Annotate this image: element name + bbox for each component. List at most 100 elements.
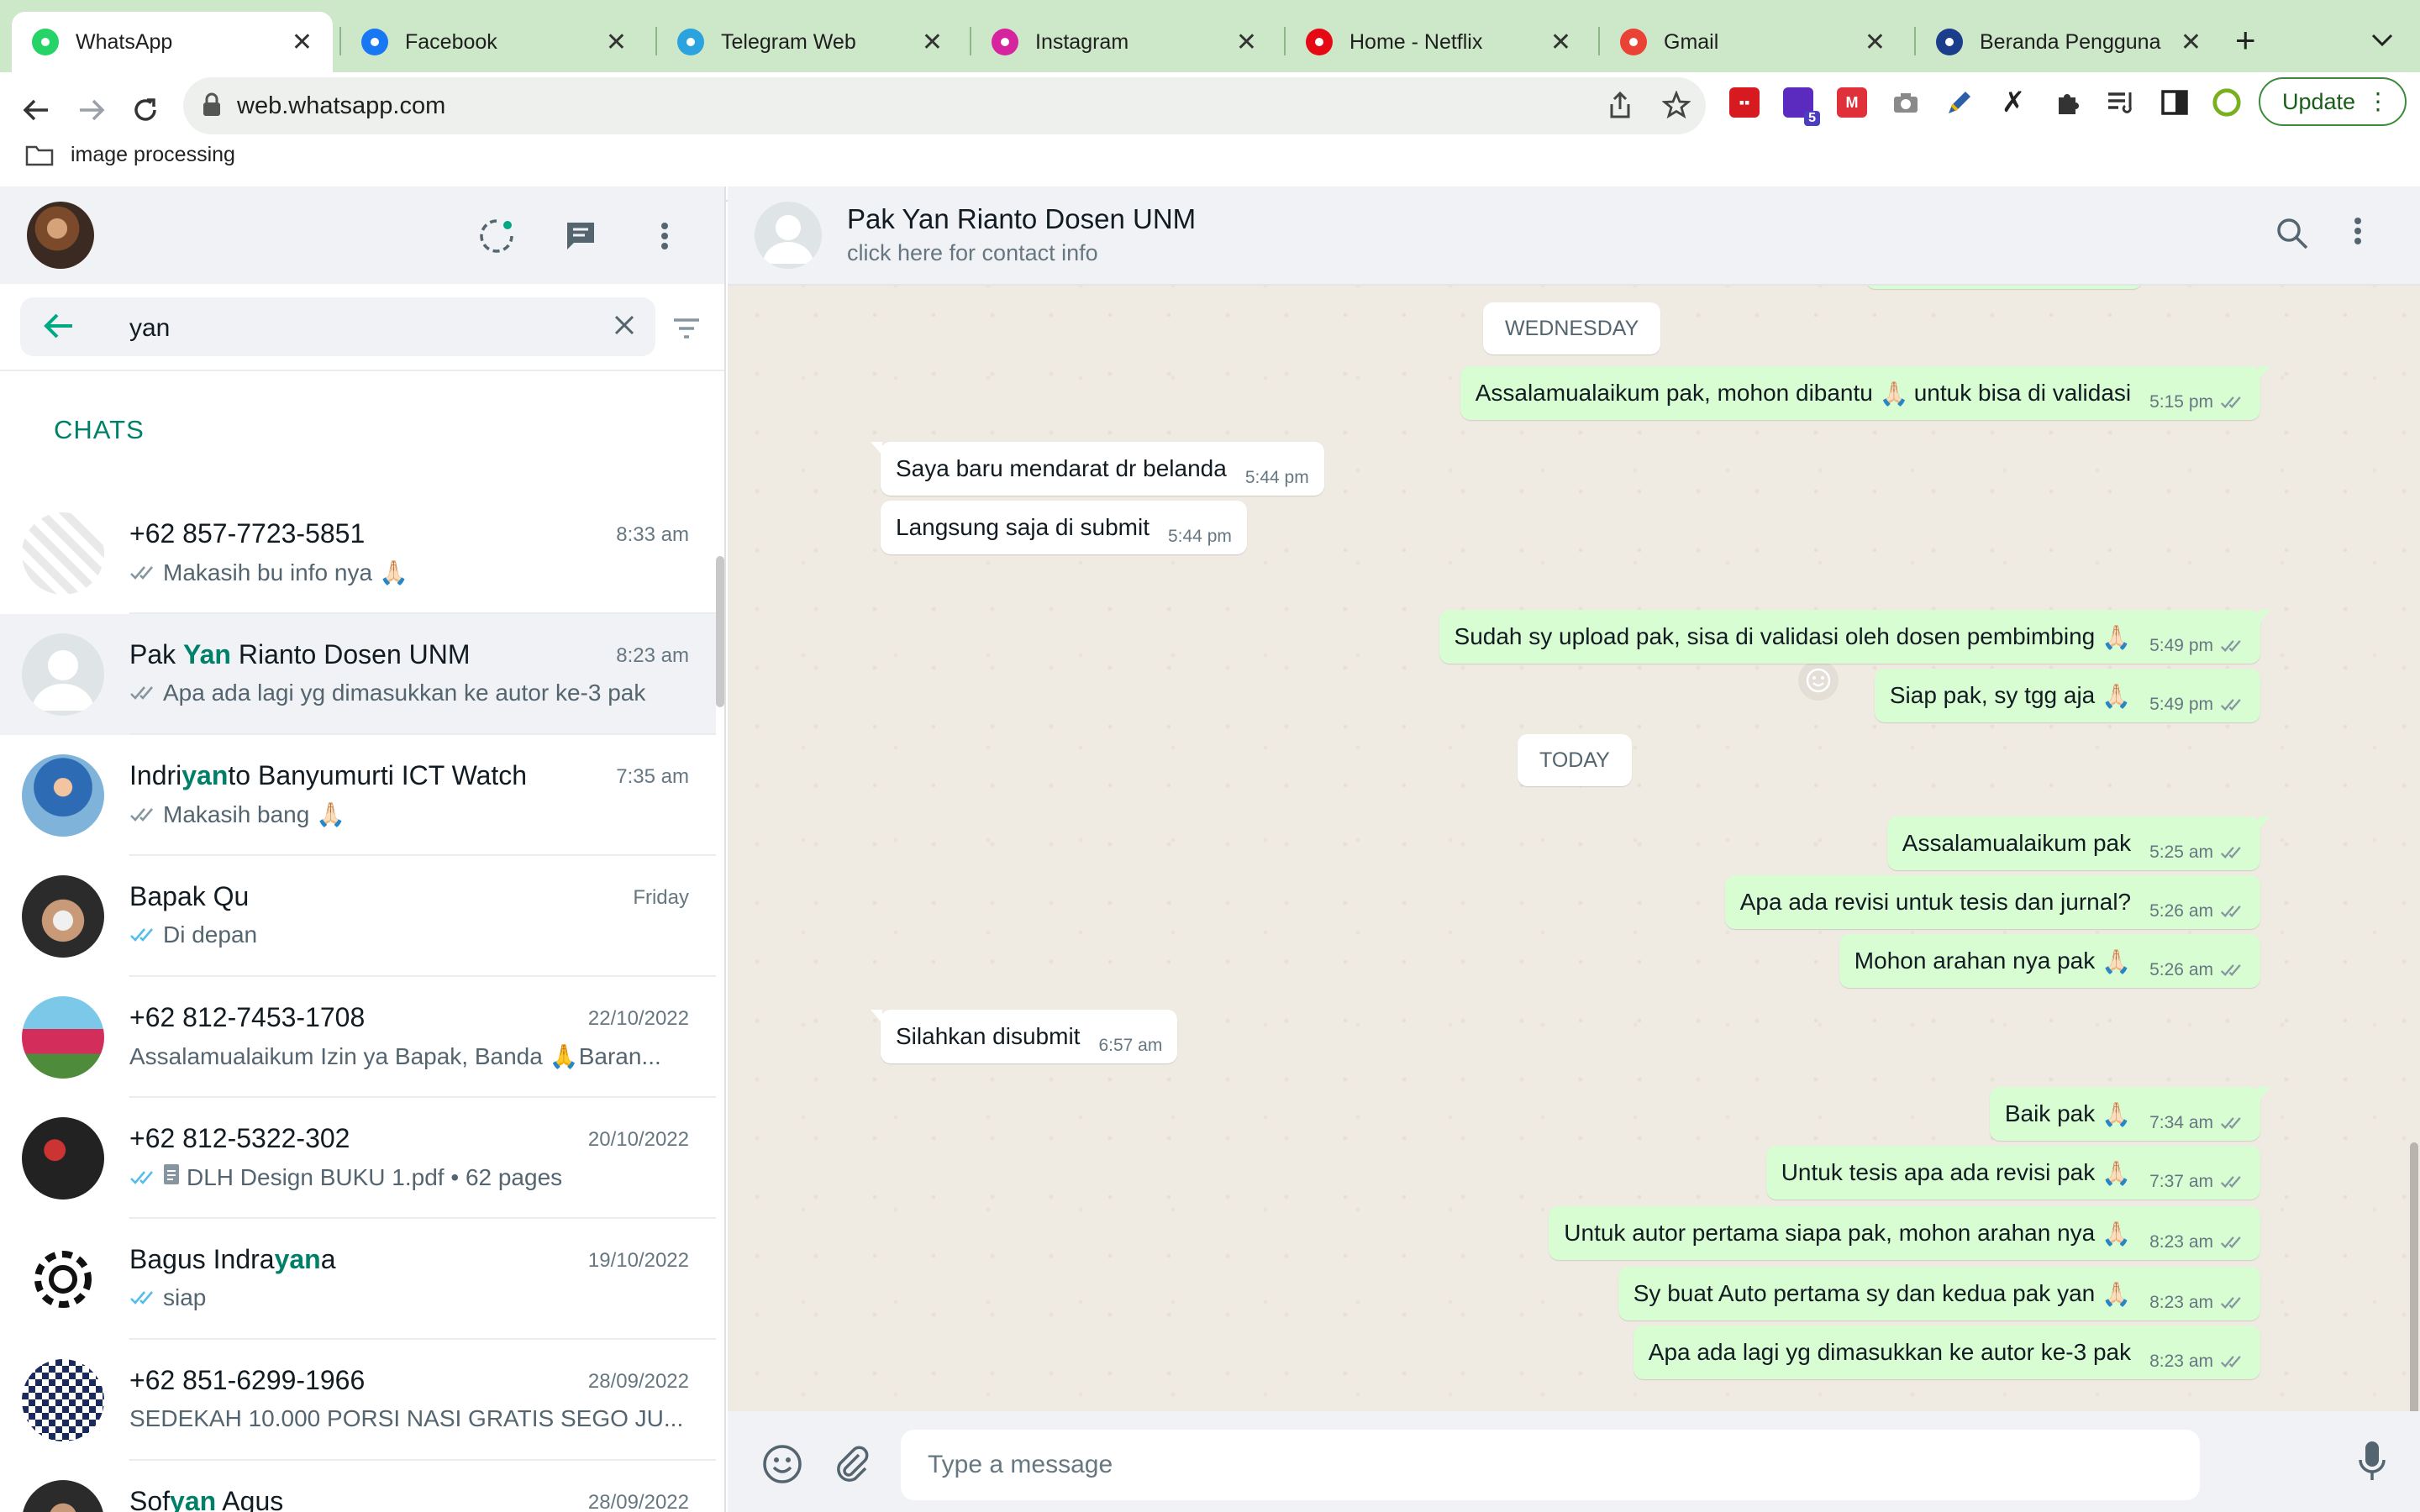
outgoing-message[interactable]: Untuk tesis apa ada revisi pak 🙏🏻 7:37 am <box>1765 1146 2260 1200</box>
extension-red-icon[interactable]: ▪▪ <box>1729 87 1760 118</box>
new-chat-icon[interactable] <box>561 217 600 255</box>
conversation-header[interactable]: Pak Yan Rianto Dosen UNM click here for … <box>728 186 2420 286</box>
lock-icon[interactable] <box>202 92 222 122</box>
puzzle-extensions-icon[interactable] <box>2052 87 2082 118</box>
x-extension-icon[interactable]: ✗ <box>1998 87 2028 118</box>
contact-info-hint[interactable]: click here for contact info <box>847 240 1098 266</box>
chat-row[interactable]: Bagus Indrayana 19/10/2022 siap <box>0 1219 716 1340</box>
chat-row[interactable]: +62 812-7453-1708 22/10/2022 Assalamualaik… <box>0 977 716 1098</box>
tab-gmail[interactable]: Gmail ✕ <box>1600 12 1906 72</box>
chat-row[interactable]: +62 851-6299-1966 28/09/2022 SEDEKAH 10.00… <box>0 1340 716 1461</box>
outgoing-message[interactable]: Untuk autor pertama siapa pak, mohon ara… <box>1549 1206 2260 1260</box>
tab-globe[interactable]: Beranda Pengguna ✕ <box>1916 12 2222 72</box>
folded-hands-emoji: 🙏 <box>549 1043 579 1069</box>
outgoing-message[interactable]: Sy buat Auto pertama sy dan kedua pak ya… <box>1618 1267 2260 1320</box>
gear-icon[interactable] <box>22 1238 104 1320</box>
conversation-menu-icon[interactable] <box>2354 217 2362 249</box>
reload-icon[interactable] <box>124 89 166 131</box>
my-profile-avatar[interactable] <box>27 202 94 269</box>
new-tab-button[interactable]: + <box>2235 23 2256 58</box>
chat-avatar[interactable] <box>22 996 104 1079</box>
tab-facebook[interactable]: Facebook ✕ <box>341 12 647 72</box>
chat-preview-text: DLH Design BUKU 1.pdf • 62 pages <box>187 1163 563 1190</box>
chat-avatar[interactable] <box>22 1480 104 1512</box>
outgoing-message[interactable]: Mohon arahan nya pak 🙏🏻 5:26 am <box>1839 934 2260 988</box>
chat-row[interactable]: Indriyanto Banyumurti ICT Watch 7:35 am Ma… <box>0 735 716 856</box>
url-text[interactable]: web.whatsapp.com <box>237 92 445 120</box>
outgoing-message[interactable]: Baik pak 🙏🏻 7:34 am <box>1989 1087 2270 1141</box>
microphone-icon[interactable] <box>2358 1440 2386 1486</box>
message-area[interactable]: WEDNESDAY TODAY Assalamualaikum pak, moh… <box>728 286 2420 1411</box>
search-input[interactable] <box>129 314 600 343</box>
contact-avatar[interactable] <box>755 202 822 269</box>
tab-close-icon[interactable]: ✕ <box>1236 28 1257 57</box>
outgoing-message[interactable]: Sudah sy upload pak, sisa di validasi ol… <box>1439 610 2270 664</box>
outgoing-message[interactable]: Assalamualaikum pak 5:25 am <box>1886 816 2270 870</box>
tab-netflix[interactable]: Home - Netflix ✕ <box>1286 12 1591 72</box>
tab-close-icon[interactable]: ✕ <box>292 28 313 57</box>
incoming-message[interactable]: Langsung saja di submit 5:44 pm <box>881 501 1247 554</box>
tab-close-icon[interactable]: ✕ <box>1865 28 1886 57</box>
chat-row[interactable]: Sofyan Agus 28/09/2022 <box>0 1461 716 1512</box>
facebook-icon <box>361 29 388 55</box>
tab-instagram[interactable]: Instagram ✕ <box>971 12 1277 72</box>
message-area-scrollbar[interactable] <box>2410 1142 2418 1411</box>
extension-cube-icon[interactable]: 5 <box>1783 87 1820 126</box>
back-arrow-icon[interactable] <box>15 89 57 131</box>
chat-avatar[interactable] <box>22 754 104 837</box>
outgoing-message[interactable]: Apa ada revisi untuk tesis dan jurnal? 5:… <box>1724 875 2260 929</box>
tab-close-icon[interactable]: ✕ <box>1550 28 1571 57</box>
browser-update-button[interactable]: Update ⋮ <box>2259 77 2407 126</box>
forward-arrow-icon[interactable] <box>71 89 113 131</box>
chat-avatar[interactable] <box>22 512 104 595</box>
camera-icon[interactable] <box>1891 87 1921 118</box>
tab-separator <box>970 27 971 55</box>
share-icon[interactable] <box>1608 91 1632 123</box>
chat-avatar[interactable] <box>22 1359 104 1441</box>
tab-search-chevron-icon[interactable] <box>2371 25 2393 54</box>
chat-avatar[interactable] <box>22 875 104 958</box>
contact-name[interactable]: Pak Yan Rianto Dosen UNM <box>847 203 1196 235</box>
chat-avatar[interactable] <box>22 1117 104 1200</box>
double-check-icon <box>2220 1356 2241 1368</box>
chat-row[interactable]: Pak Yan Rianto Dosen UNM 8:23 am Apa ada l… <box>0 614 716 735</box>
search-messages-icon[interactable] <box>2275 217 2309 255</box>
profile-ring-icon[interactable] <box>2212 87 2242 118</box>
chat-row[interactable]: Bapak Qu Friday Di depan <box>0 856 716 977</box>
outgoing-message[interactable]: Siap pak, sy tgg aja 🙏🏻 5:49 pm <box>1874 669 2260 722</box>
pen-extension-icon[interactable] <box>1944 87 1975 118</box>
chat-avatar[interactable] <box>22 633 104 716</box>
tab-close-icon[interactable]: ✕ <box>2181 28 2202 57</box>
search-back-arrow-icon[interactable] <box>44 311 74 345</box>
outgoing-message[interactable]: Apa ada lagi yg dimasukkan ke autor ke-3… <box>1633 1326 2260 1379</box>
kebab-menu-icon[interactable]: ⋮ <box>2366 87 2390 115</box>
menu-dots-icon[interactable] <box>645 217 684 255</box>
address-bar[interactable]: web.whatsapp.com <box>183 77 1706 134</box>
bookmark-star-icon[interactable] <box>1661 90 1691 123</box>
outgoing-message[interactable]: Assalamualaikum pak, mohon dibantu 🙏🏻 unt… <box>1460 366 2270 420</box>
chat-row[interactable]: +62 812-5322-302 20/10/2022 DLH Design BUK… <box>0 1098 716 1219</box>
status-icon[interactable] <box>477 217 516 255</box>
clear-search-icon[interactable] <box>612 312 637 342</box>
chat-list-scrollbar[interactable] <box>716 556 724 707</box>
message-meta: 7:34 am <box>2149 1113 2245 1133</box>
tab-close-icon[interactable]: ✕ <box>922 28 943 57</box>
bookmark-image-processing[interactable]: image processing <box>25 143 235 167</box>
extension-mendeley-icon[interactable]: M <box>1837 87 1867 118</box>
emoji-icon[interactable] <box>761 1443 803 1489</box>
chat-preview-text: Apa ada lagi yg dimasukkan ke autor ke-3… <box>163 680 646 706</box>
attach-paperclip-icon[interactable] <box>834 1443 871 1488</box>
incoming-message[interactable]: Saya baru mendarat dr belanda 5:44 pm <box>871 442 1324 496</box>
side-panel-icon[interactable] <box>2160 87 2190 118</box>
filter-icon[interactable] <box>672 318 701 344</box>
reading-list-icon[interactable] <box>2106 87 2136 118</box>
search-highlight: Yan <box>183 639 231 669</box>
tab-telegram[interactable]: Telegram Web ✕ <box>657 12 963 72</box>
tab-whatsapp[interactable]: WhatsApp ✕ <box>12 12 333 72</box>
incoming-message[interactable]: Silahkan disubmit 6:57 am <box>871 1010 1178 1063</box>
message-input[interactable] <box>901 1430 2200 1500</box>
react-emoji-icon[interactable] <box>1798 660 1839 701</box>
chat-row[interactable]: +62 857-7723-5851 8:33 am Makasih bu info … <box>0 493 716 614</box>
search-box[interactable] <box>20 297 655 356</box>
tab-close-icon[interactable]: ✕ <box>606 28 627 57</box>
